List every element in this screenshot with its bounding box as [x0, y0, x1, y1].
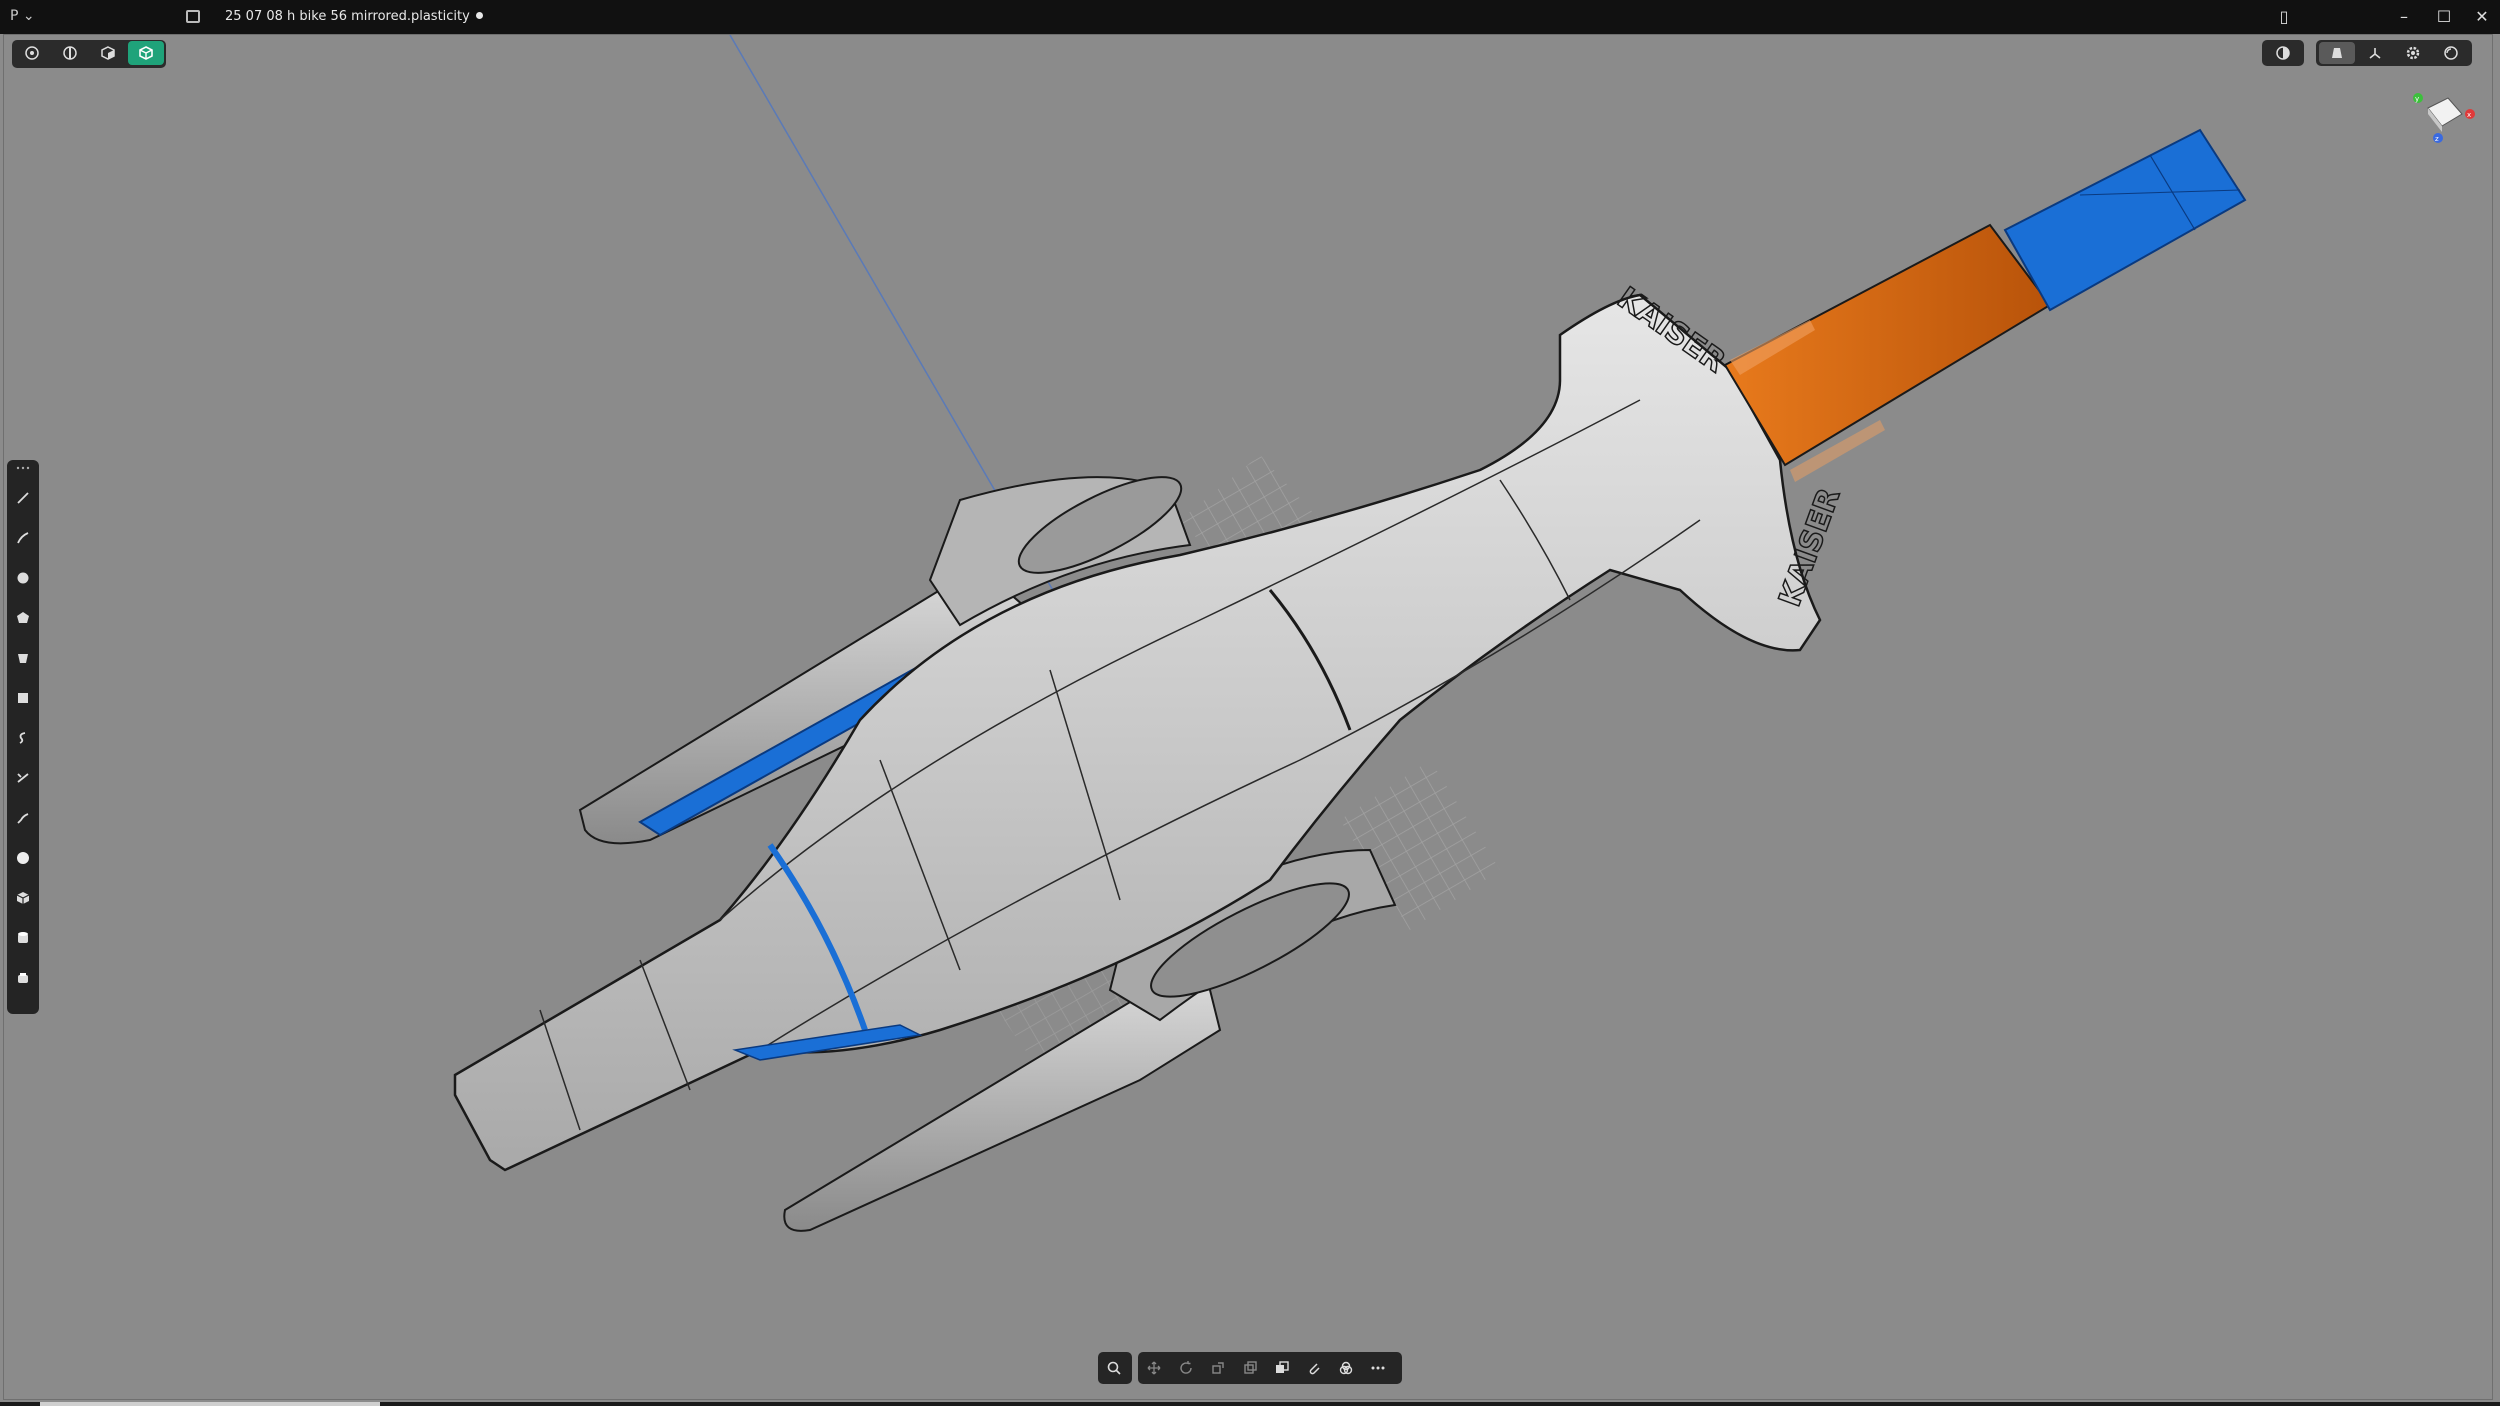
gizmo-x-label: x — [2467, 111, 2471, 119]
group-icon — [1339, 1361, 1353, 1375]
boolean-tool-icon — [18, 973, 28, 983]
unsaved-dot-icon — [475, 12, 483, 19]
gizmo-y-label: y — [2415, 95, 2419, 103]
rectangle-tool-button[interactable] — [13, 688, 33, 708]
view-options-toolbar — [2316, 40, 2472, 66]
settings-gear-icon — [2406, 46, 2420, 60]
axis-view-button[interactable] — [2357, 42, 2393, 64]
model-scene[interactable]: KAISER KAISER — [0, 0, 2500, 1406]
sphere-tool-icon — [17, 852, 29, 864]
gizmo-z-label: z — [2435, 135, 2439, 143]
boolean-tool-button[interactable] — [13, 968, 33, 988]
rotate-button[interactable] — [1170, 1355, 1202, 1381]
cylinder-tool-button[interactable] — [13, 928, 33, 948]
attach-icon — [1309, 1363, 1320, 1375]
circle-tool-button[interactable] — [13, 568, 33, 588]
shaded-icon — [2332, 48, 2342, 58]
move-button[interactable] — [1138, 1355, 1170, 1381]
document-title: 25 07 08 h bike 56 mirrored.plasticity — [225, 9, 483, 24]
fillet-curve-icon — [17, 813, 29, 824]
transform-toolbar — [1138, 1352, 1402, 1384]
circle-tool-icon — [17, 572, 29, 584]
selection-mode-toolbar — [12, 40, 166, 68]
cylinder-tool-icon — [18, 932, 28, 943]
line-tool-button[interactable] — [13, 488, 33, 508]
creation-toolbar — [7, 460, 39, 1014]
curve-tool-button[interactable] — [13, 528, 33, 548]
axis-icon — [2369, 48, 2381, 59]
sidebar-toggle-icon[interactable] — [186, 10, 200, 23]
rectangle-tool-icon — [18, 693, 28, 703]
extrude-tool-button[interactable] — [13, 648, 33, 668]
render-mode-button[interactable] — [2433, 42, 2469, 64]
vertex-mode-button[interactable] — [14, 41, 50, 65]
spiral-tool-icon — [19, 732, 26, 744]
curve-tool-icon — [17, 532, 29, 544]
edge-icon — [63, 46, 77, 60]
boolean-icon — [1276, 1361, 1289, 1373]
duplicate-button[interactable] — [1234, 1355, 1266, 1381]
polygon-tool-button[interactable] — [13, 608, 33, 628]
duplicate-icon — [1244, 1361, 1257, 1374]
rotate-icon — [1180, 1361, 1192, 1374]
orientation-gizmo[interactable]: y x z — [2410, 86, 2476, 146]
more-icon — [1371, 1366, 1385, 1370]
scale-button[interactable] — [1202, 1355, 1234, 1381]
fillet-curve-button[interactable] — [13, 808, 33, 828]
box-tool-icon — [16, 892, 30, 904]
move-icon — [1147, 1361, 1161, 1375]
settings-button[interactable] — [2395, 42, 2431, 64]
xray-toggle-button[interactable] — [2265, 42, 2301, 64]
search-button[interactable] — [1098, 1355, 1130, 1381]
panel-toggle-icon[interactable]: ▯ — [2272, 5, 2296, 29]
shaded-view-button[interactable] — [2319, 42, 2355, 64]
face-mode-button[interactable] — [90, 41, 126, 65]
edge-mode-button[interactable] — [52, 41, 88, 65]
drag-handle-icon[interactable] — [16, 466, 30, 470]
boolean-button[interactable] — [1266, 1355, 1298, 1381]
attach-button[interactable] — [1298, 1355, 1330, 1381]
app-logo-menu[interactable]: P ⌄ — [10, 8, 35, 24]
search-icon — [1107, 1361, 1121, 1375]
trim-tool-button[interactable] — [13, 768, 33, 788]
search-toolbar — [1098, 1352, 1132, 1384]
spiral-tool-button[interactable] — [13, 728, 33, 748]
minimize-icon[interactable]: – — [2392, 5, 2416, 29]
extrude-tool-icon — [18, 654, 28, 663]
line-tool-icon — [17, 492, 29, 504]
status-strip — [0, 1402, 2500, 1406]
bike-frame-model[interactable]: KAISER KAISER — [453, 128, 2247, 1232]
scale-icon — [1212, 1362, 1224, 1374]
xray-toggle-group — [2262, 40, 2304, 66]
title-bar: P ⌄ 25 07 08 h bike 56 mirrored.plastici… — [0, 0, 2500, 34]
sphere-tool-button[interactable] — [13, 848, 33, 868]
vertex-icon — [25, 46, 39, 60]
polygon-tool-icon — [17, 612, 29, 623]
solid-icon — [139, 46, 153, 60]
trim-tool-icon — [17, 773, 29, 783]
xray-icon — [2276, 46, 2290, 60]
solid-mode-button[interactable] — [128, 41, 164, 65]
face-icon — [101, 46, 115, 60]
more-button[interactable] — [1362, 1355, 1394, 1381]
group-button[interactable] — [1330, 1355, 1362, 1381]
box-tool-button[interactable] — [13, 888, 33, 908]
close-icon[interactable]: ✕ — [2470, 5, 2494, 29]
render-sphere-icon — [2444, 46, 2458, 60]
maximize-icon[interactable]: ☐ — [2432, 5, 2456, 29]
